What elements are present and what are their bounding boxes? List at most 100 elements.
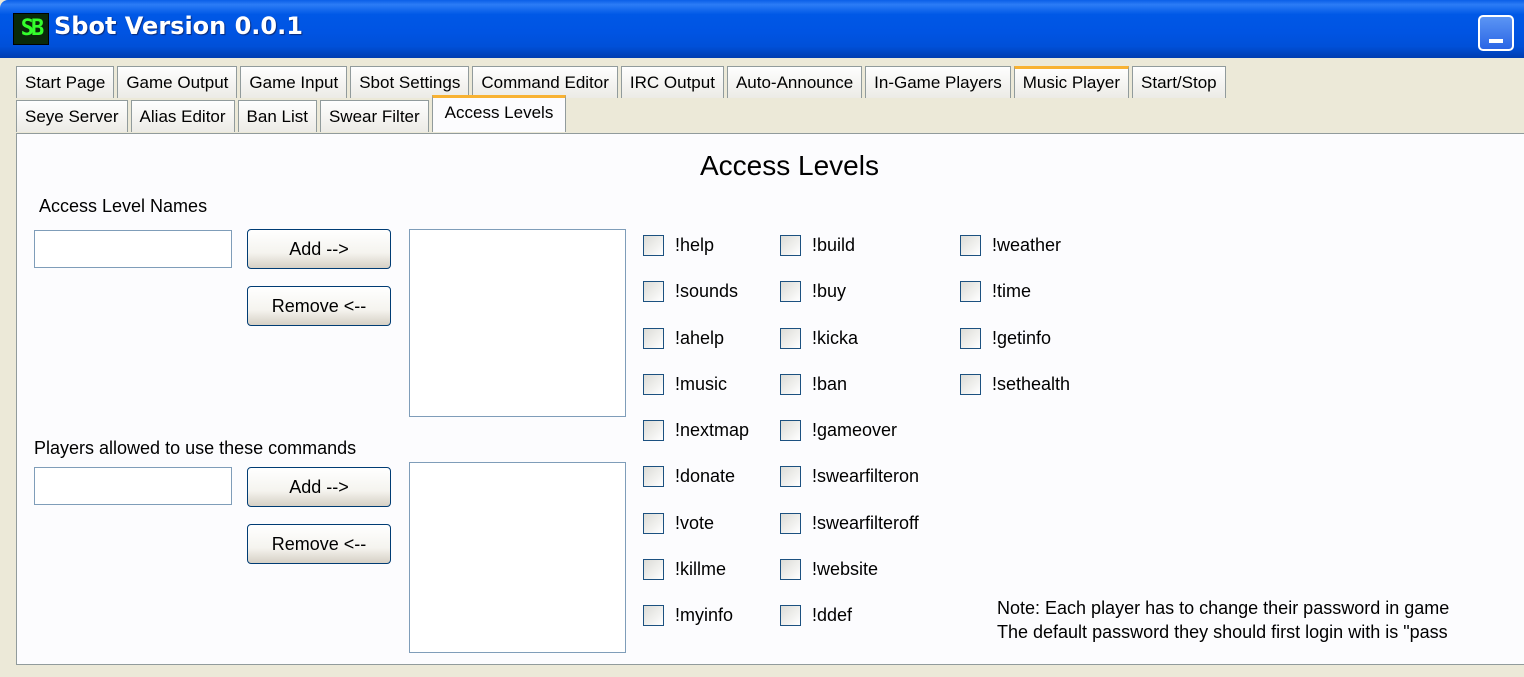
- checkbox-icon[interactable]: [780, 604, 801, 626]
- checkbox-icon[interactable]: [643, 604, 664, 626]
- access-level-names-label: Access Level Names: [39, 196, 208, 216]
- tab-in-game-players[interactable]: In-Game Players: [865, 66, 1011, 98]
- tab-music-player[interactable]: Music Player: [1013, 66, 1130, 98]
- checkbox-icon[interactable]: [643, 327, 664, 349]
- command-label: !nextmap: [675, 419, 750, 440]
- checkbox-icon[interactable]: [643, 373, 664, 395]
- access-levels-panel: [16, 133, 1524, 665]
- command-label: !time: [992, 280, 1032, 301]
- command-label: !getinfo: [992, 327, 1052, 348]
- tab-auto-announce[interactable]: Auto-Announce: [726, 66, 863, 98]
- checkbox-icon[interactable]: [780, 280, 801, 302]
- checkbox-icon[interactable]: [780, 558, 801, 580]
- players-list[interactable]: [409, 462, 626, 653]
- command-checkbox-website[interactable]: !website: [780, 556, 878, 582]
- command-label: !gameover: [812, 419, 898, 440]
- command-checkbox-sethealth[interactable]: !sethealth: [960, 371, 1070, 397]
- title-bar[interactable]: SB Sbot Version 0.0.1: [0, 0, 1524, 58]
- command-label: !buy: [812, 280, 847, 301]
- command-checkbox-build[interactable]: !build: [780, 232, 855, 258]
- password-note: Note: Each player has to change their pa…: [997, 596, 1449, 644]
- checkbox-icon[interactable]: [643, 280, 664, 302]
- checkbox-icon[interactable]: [780, 327, 801, 349]
- command-label: !weather: [992, 234, 1062, 255]
- note-line-2: The default password they should first l…: [997, 622, 1448, 642]
- checkbox-icon[interactable]: [960, 327, 981, 349]
- command-checkbox-getinfo[interactable]: !getinfo: [960, 325, 1051, 351]
- player-name-input[interactable]: [34, 467, 232, 505]
- command-label: !ahelp: [675, 327, 725, 348]
- tab-access-levels[interactable]: Access Levels: [431, 95, 567, 132]
- tab-ban-list[interactable]: Ban List: [237, 100, 317, 132]
- add-player-button[interactable]: Add -->: [247, 467, 391, 507]
- command-checkbox-killme[interactable]: !killme: [643, 556, 726, 582]
- command-label: !donate: [675, 465, 736, 486]
- command-label: !music: [675, 373, 728, 394]
- checkbox-icon[interactable]: [643, 558, 664, 580]
- checkbox-icon[interactable]: [643, 419, 664, 441]
- note-line-1: Note: Each player has to change their pa…: [997, 598, 1450, 618]
- command-checkbox-time[interactable]: !time: [960, 278, 1031, 304]
- tab-alias-editor[interactable]: Alias Editor: [130, 100, 235, 132]
- command-label: !myinfo: [675, 604, 734, 625]
- tab-sbot-settings[interactable]: Sbot Settings: [350, 66, 470, 98]
- command-label: !sounds: [675, 280, 739, 301]
- command-checkbox-myinfo[interactable]: !myinfo: [643, 602, 733, 628]
- checkbox-icon[interactable]: [960, 234, 981, 256]
- checkbox-icon[interactable]: [780, 234, 801, 256]
- checkbox-icon[interactable]: [780, 465, 801, 487]
- command-checkbox-donate[interactable]: !donate: [643, 463, 735, 489]
- tab-seye-server[interactable]: Seye Server: [16, 100, 128, 132]
- command-label: !killme: [675, 558, 727, 579]
- command-checkbox-swearfilteron[interactable]: !swearfilteron: [780, 463, 919, 489]
- command-label: !build: [812, 234, 856, 255]
- add-access-level-button[interactable]: Add -->: [247, 229, 391, 269]
- remove-access-level-button[interactable]: Remove <--: [247, 286, 391, 326]
- tab-start-stop[interactable]: Start/Stop: [1132, 66, 1226, 98]
- command-checkbox-weather[interactable]: !weather: [960, 232, 1061, 258]
- command-label: !help: [675, 234, 715, 255]
- command-label: !swearfilteron: [812, 465, 920, 486]
- command-checkbox-buy[interactable]: !buy: [780, 278, 846, 304]
- checkbox-icon[interactable]: [960, 373, 981, 395]
- command-checkbox-nextmap[interactable]: !nextmap: [643, 417, 749, 443]
- checkbox-icon[interactable]: [780, 373, 801, 395]
- access-level-list[interactable]: [409, 229, 626, 417]
- checkbox-icon[interactable]: [643, 512, 664, 534]
- command-checkbox-swearfilteroff[interactable]: !swearfilteroff: [780, 510, 919, 536]
- command-checkbox-help[interactable]: !help: [643, 232, 714, 258]
- remove-player-button[interactable]: Remove <--: [247, 524, 391, 564]
- command-checkbox-ddef[interactable]: !ddef: [780, 602, 852, 628]
- command-checkbox-sounds[interactable]: !sounds: [643, 278, 738, 304]
- command-checkbox-gameover[interactable]: !gameover: [780, 417, 897, 443]
- tab-row-2: Seye Server Alias Editor Ban List Swear …: [16, 95, 569, 134]
- window-title: Sbot Version 0.0.1: [54, 12, 303, 40]
- checkbox-icon[interactable]: [643, 465, 664, 487]
- checkbox-icon[interactable]: [780, 419, 801, 441]
- tab-row-1: Start Page Game Output Game Input Sbot S…: [16, 66, 1229, 100]
- tab-game-input[interactable]: Game Input: [240, 66, 348, 98]
- checkbox-icon[interactable]: [780, 512, 801, 534]
- command-label: !kicka: [812, 327, 859, 348]
- access-level-name-input[interactable]: [34, 230, 232, 268]
- page-title: Access Levels: [700, 150, 879, 181]
- command-label: !vote: [675, 512, 715, 533]
- checkbox-icon[interactable]: [643, 234, 664, 256]
- command-checkbox-music[interactable]: !music: [643, 371, 727, 397]
- command-label: !ddef: [812, 604, 853, 625]
- command-checkbox-vote[interactable]: !vote: [643, 510, 714, 536]
- minimize-icon: [1489, 39, 1503, 43]
- command-checkbox-ban[interactable]: !ban: [780, 371, 847, 397]
- app-logo-icon: SB: [13, 13, 49, 45]
- command-checkbox-kicka[interactable]: !kicka: [780, 325, 858, 351]
- tab-swear-filter[interactable]: Swear Filter: [319, 100, 429, 132]
- tab-irc-output[interactable]: IRC Output: [620, 66, 724, 98]
- tab-game-output[interactable]: Game Output: [117, 66, 238, 98]
- tab-start-page[interactable]: Start Page: [16, 66, 115, 98]
- checkbox-icon[interactable]: [960, 280, 981, 302]
- minimize-button[interactable]: [1478, 15, 1514, 51]
- command-checkbox-ahelp[interactable]: !ahelp: [643, 325, 724, 351]
- command-label: !ban: [812, 373, 848, 394]
- tab-command-editor[interactable]: Command Editor: [472, 66, 618, 98]
- command-label: !swearfilteroff: [812, 512, 919, 533]
